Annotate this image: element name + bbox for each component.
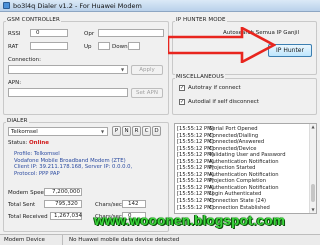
- autodial-checkbox[interactable]: ✓: [179, 99, 185, 105]
- set-apn-button[interactable]: Set APN: [131, 88, 163, 98]
- apn-label: APN:: [8, 80, 22, 86]
- dial-p-button[interactable]: P: [112, 126, 121, 136]
- event-log[interactable]: [15:55:12 PM] Serial Port Opened [15:55:1…: [174, 123, 317, 214]
- scroll-thumb[interactable]: [311, 184, 315, 202]
- rssi-label: RSSI: [8, 31, 21, 37]
- up-field: [98, 42, 110, 50]
- down-label: Down: [112, 44, 128, 50]
- ip-hunter-legend: IP HUNTER MODE: [175, 17, 227, 23]
- opr-field: [98, 29, 164, 37]
- dialer-legend: DIALER: [6, 118, 29, 124]
- miscellaneous-legend: MISCELLANEOUS: [175, 74, 225, 80]
- chars-sec-value: 142: [128, 201, 139, 207]
- log-time: [15:55:12 PM]: [177, 204, 214, 211]
- status-label: Status:: [8, 140, 28, 146]
- autodial-label: Autodial if self disconnect: [188, 99, 259, 105]
- log-row: [15:55:12 PM] Connection Established: [177, 205, 309, 212]
- info-line: Protocol: PPP PAP: [14, 170, 60, 177]
- autotray-checkbox[interactable]: ✓: [179, 85, 185, 91]
- total-sent-label: Total Sent: [8, 202, 36, 208]
- info-line: Profile: Telkomsel: [14, 151, 60, 157]
- rat-label: RAT: [8, 44, 19, 50]
- connection-select[interactable]: ▼: [8, 65, 128, 74]
- dial-r-button[interactable]: R: [132, 126, 141, 136]
- modem-speed-value: 7,200,000: [52, 189, 80, 195]
- dial-d-button[interactable]: D: [152, 126, 161, 136]
- status-device-panel: Modem Device: [0, 235, 63, 245]
- log-message: Connection Established: [209, 204, 270, 211]
- total-sent-value: 795,320: [55, 201, 78, 207]
- apply-button[interactable]: Apply: [131, 65, 163, 75]
- connection-label: Connection:: [8, 57, 41, 63]
- event-log-list: [15:55:12 PM] Serial Port Opened [15:55:1…: [177, 126, 309, 211]
- gsm-controller-legend: GSM CONTROLLER: [6, 17, 61, 23]
- status-bar: Modem Device No Huawei mobile data devic…: [0, 234, 320, 245]
- status-message: No Huawei mobile data device detected: [69, 237, 180, 243]
- up-label: Up: [84, 44, 92, 50]
- dial-c-button[interactable]: C: [142, 126, 151, 136]
- connection-info: Profile: Telkomsel Vodafone Mobile Broad…: [14, 151, 167, 177]
- info-line: Client IP: 39.211.178.168, Server IP: 0.…: [14, 164, 133, 171]
- chevron-down-icon: ▼: [100, 129, 105, 134]
- watermark-text: www.wooonen.blogspot.com: [94, 213, 286, 228]
- apn-input[interactable]: [8, 88, 128, 97]
- total-received-value: 1,267,034: [54, 213, 82, 219]
- rssi-value: 0: [36, 30, 40, 36]
- title-bar: bo3l4q Dialer v1.2 - For Huawei Modem: [0, 0, 320, 12]
- profile-select-value: Telkomsel: [11, 129, 38, 135]
- chars-sec-label: Chars/sec: [95, 202, 122, 208]
- miscellaneous-group: [172, 78, 317, 115]
- autotray-label: Autotray if connect: [188, 85, 241, 91]
- profile-select[interactable]: Telkomsel ▼: [8, 127, 108, 136]
- info-line: Vodafone Mobile Broadband Modem (ZTE): [14, 157, 126, 164]
- window-title: bo3l4q Dialer v1.2 - For Huawei Modem: [13, 1, 142, 10]
- down-field: [128, 42, 140, 50]
- scroll-up-icon[interactable]: ▲: [310, 124, 316, 130]
- rat-field: [30, 42, 68, 50]
- app-icon: [3, 2, 10, 9]
- chevron-down-icon: ▼: [120, 67, 125, 72]
- arrow-annotation-icon: [168, 27, 276, 63]
- total-received-label: Total Received: [8, 214, 48, 220]
- modem-speed-label: Modem Speed: [8, 190, 48, 196]
- scroll-down-icon[interactable]: ▼: [310, 207, 316, 213]
- status-value: Online: [29, 140, 50, 146]
- dial-n-button[interactable]: N: [122, 126, 131, 136]
- opr-label: Opr: [84, 31, 95, 37]
- log-scrollbar[interactable]: ▲ ▼: [309, 124, 316, 213]
